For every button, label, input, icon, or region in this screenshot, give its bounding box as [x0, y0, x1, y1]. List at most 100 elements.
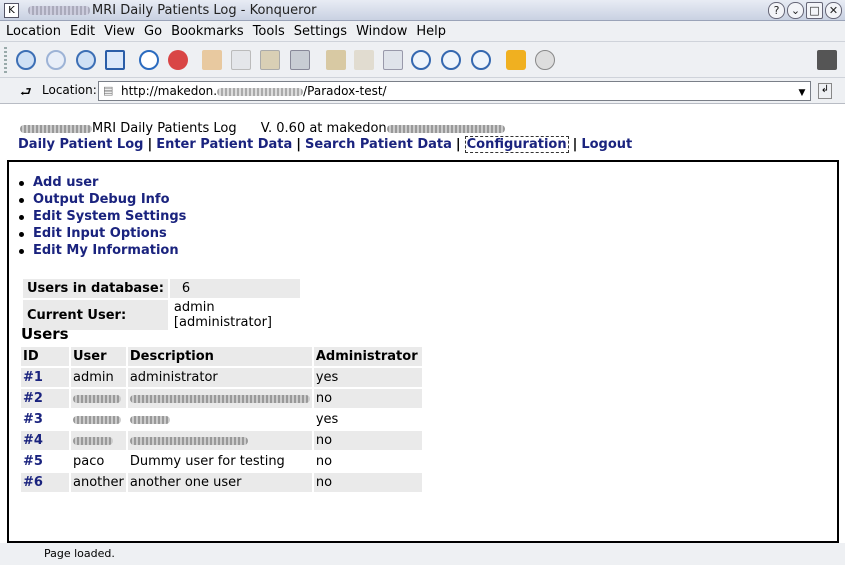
blurred-text [20, 124, 92, 133]
up-arrow-icon [76, 50, 96, 70]
minimize-button[interactable]: ⌄ [787, 2, 804, 19]
table-row: #3 yes [21, 410, 422, 429]
column-administrator: Administrator [313, 347, 422, 366]
users-in-database-value: 6 [169, 279, 300, 298]
user-description [127, 410, 312, 429]
stop-button[interactable] [166, 48, 190, 72]
menu-bookmarks[interactable]: Bookmarks [171, 24, 244, 39]
main-nav: Daily Patient Log | Enter Patient Data | Sea… [18, 136, 633, 153]
menu-view[interactable]: View [104, 24, 135, 39]
delete-button[interactable] [352, 48, 376, 72]
current-user-value: admin [administrator] [169, 300, 300, 330]
location-label: Location: [42, 83, 97, 97]
user-description: administrator [127, 368, 312, 387]
user-name [71, 431, 126, 450]
menu-location[interactable]: Location [6, 24, 61, 39]
user-id-link[interactable]: #6 [21, 473, 69, 492]
nav-enter-patient-data[interactable]: Enter Patient Data [156, 137, 292, 152]
user-id-link[interactable]: #3 [21, 410, 69, 429]
user-name: another [71, 473, 126, 492]
up-button[interactable] [74, 48, 98, 72]
page-icon: ▤ [103, 84, 114, 97]
display-button[interactable] [381, 48, 405, 72]
blurred-text [28, 6, 90, 15]
user-id-link[interactable]: #5 [21, 452, 69, 471]
forward-button[interactable] [44, 48, 68, 72]
status-text: Page loaded. [44, 547, 115, 560]
edit-input-options-link[interactable]: Edit Input Options [19, 225, 186, 242]
zoom-out-button[interactable] [469, 48, 493, 72]
add-user-link[interactable]: Add user [19, 174, 186, 191]
user-admin-flag: no [313, 452, 422, 471]
summary-row: Users in database: 6 [23, 279, 300, 298]
app-title: MRI Daily Patients Log V. 0.60 at makedo… [20, 121, 505, 136]
url-field[interactable]: ▤ http://makedon./Paradox-test/ ▼ [98, 81, 811, 101]
konqueror-icon[interactable]: K [4, 3, 19, 18]
menu-tools[interactable]: Tools [253, 24, 285, 39]
toolbar-grip[interactable] [4, 47, 7, 73]
clear-location-icon[interactable]: ⮐ [20, 83, 32, 105]
user-name [71, 389, 126, 408]
maximize-button[interactable]: □ [806, 2, 823, 19]
menu-window[interactable]: Window [356, 24, 407, 39]
home-button[interactable] [103, 48, 127, 72]
copy-icon [231, 50, 251, 70]
action-list: Add user Output Debug Info Edit System S… [19, 174, 186, 259]
edit-my-information-link[interactable]: Edit My Information [19, 242, 186, 259]
folder-icon [326, 50, 346, 70]
nav-logout[interactable]: Logout [581, 137, 632, 152]
menu-edit[interactable]: Edit [70, 24, 95, 39]
table-row: #1 admin administrator yes [21, 368, 422, 387]
blurred-text [73, 394, 121, 403]
column-description: Description [127, 347, 312, 366]
go-button[interactable]: ↲ [818, 83, 832, 99]
cut-button[interactable] [200, 48, 224, 72]
user-name [71, 410, 126, 429]
user-name: paco [71, 452, 126, 471]
back-button[interactable] [14, 48, 38, 72]
user-id-link[interactable]: #2 [21, 389, 69, 408]
user-description [127, 431, 312, 450]
blurred-text [386, 124, 505, 133]
download-icon [535, 50, 555, 70]
zoom-out-icon [471, 50, 491, 70]
new-folder-button[interactable] [324, 48, 348, 72]
user-id-link[interactable]: #4 [21, 431, 69, 450]
users-table: ID User Description Administrator #1 adm… [19, 345, 424, 494]
reload-icon [139, 50, 159, 70]
output-debug-info-link[interactable]: Output Debug Info [19, 191, 186, 208]
help-icon[interactable]: ? [768, 2, 785, 19]
close-button[interactable]: ✕ [825, 2, 842, 19]
user-admin-flag: no [313, 389, 422, 408]
status-bar: Page loaded. [0, 543, 845, 565]
cut-icon [202, 50, 222, 70]
nav-search-patient-data[interactable]: Search Patient Data [305, 137, 452, 152]
edit-system-settings-link[interactable]: Edit System Settings [19, 208, 186, 225]
window-controls: ? ⌄ □ ✕ [768, 2, 842, 19]
forward-arrow-icon [46, 50, 66, 70]
download-button[interactable] [533, 48, 557, 72]
print-icon [290, 50, 310, 70]
copy-button[interactable] [229, 48, 253, 72]
security-button[interactable] [504, 48, 528, 72]
blurred-text [73, 436, 113, 445]
blurred-text [129, 436, 248, 445]
user-description [127, 389, 312, 408]
table-header-row: ID User Description Administrator [21, 347, 422, 366]
chevron-down-icon[interactable]: ▼ [796, 84, 808, 98]
print-button[interactable] [288, 48, 312, 72]
menu-settings[interactable]: Settings [294, 24, 347, 39]
menu-go[interactable]: Go [144, 24, 162, 39]
menu-help[interactable]: Help [416, 24, 446, 39]
user-id-link[interactable]: #1 [21, 368, 69, 387]
location-toolbar: ⮐ Location: ▤ http://makedon./Paradox-te… [0, 78, 845, 104]
reload-button[interactable] [137, 48, 161, 72]
blurred-text [129, 415, 170, 424]
zoom-button[interactable] [409, 48, 433, 72]
nav-daily-patient-log[interactable]: Daily Patient Log [18, 137, 143, 152]
zoom-in-button[interactable] [439, 48, 463, 72]
nav-configuration[interactable]: Configuration [464, 136, 569, 153]
user-admin-flag: yes [313, 368, 422, 387]
paste-button[interactable] [258, 48, 282, 72]
main-toolbar [0, 42, 845, 78]
